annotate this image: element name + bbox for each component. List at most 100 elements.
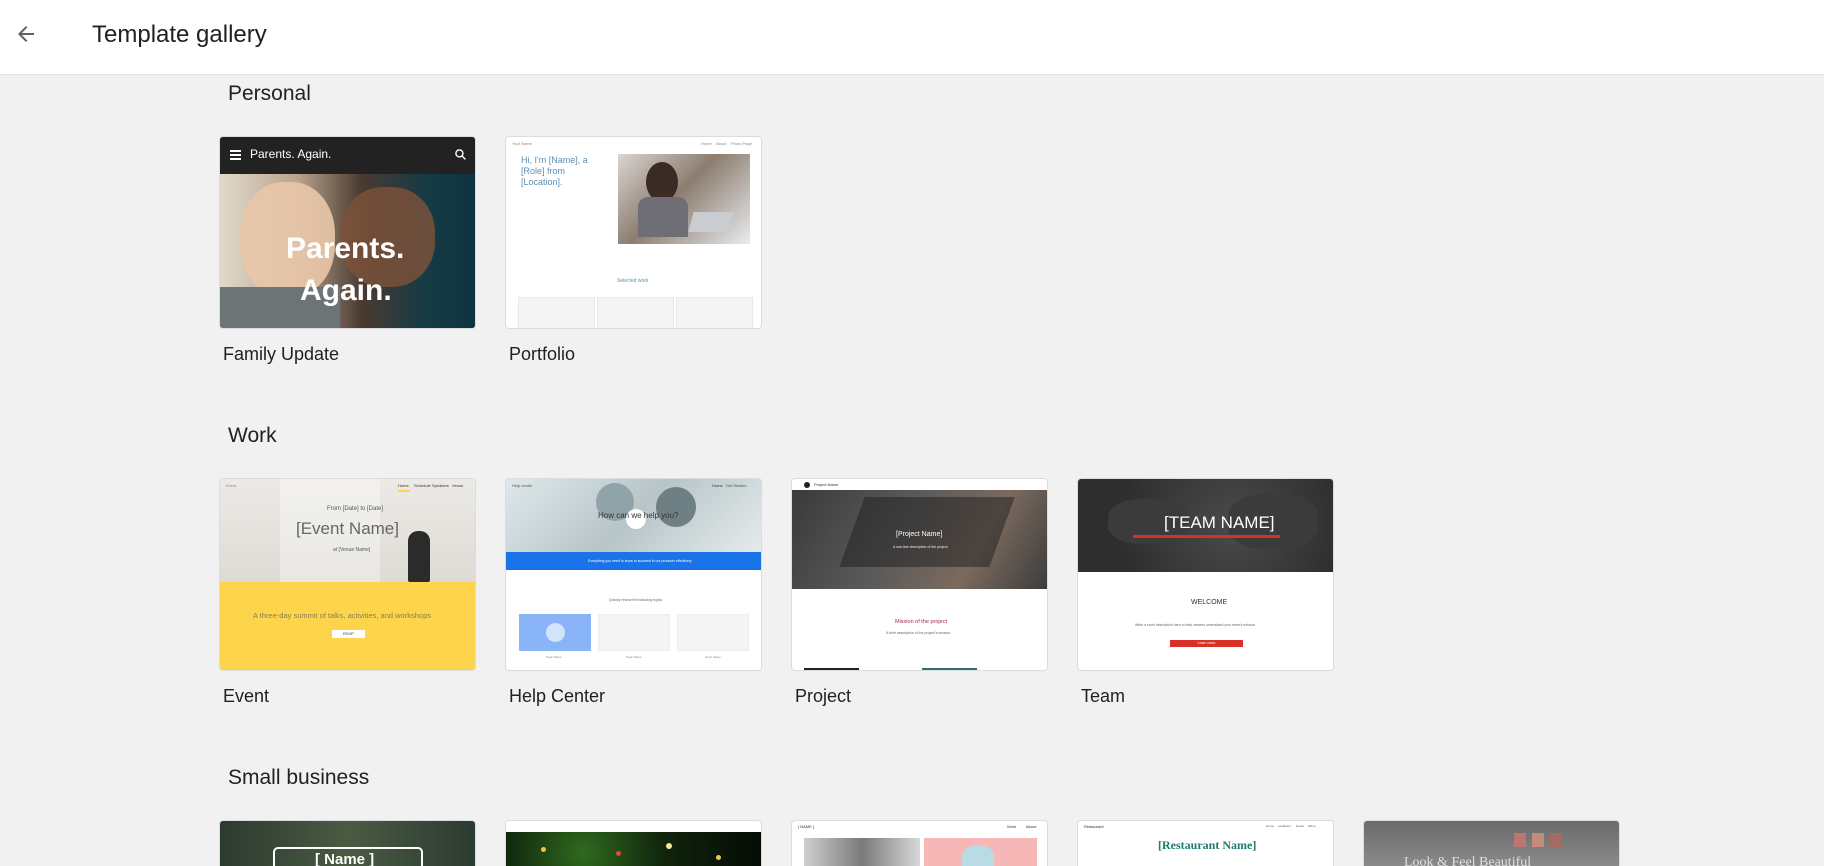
thumb-restaurant-name: [Restaurant Name] <box>1158 838 1257 852</box>
thumb-mission: Mission of the project <box>895 619 947 625</box>
thumb-work-2 <box>597 297 674 328</box>
template-label-project[interactable]: Project <box>795 686 851 707</box>
thumb-date-line: From [Date] to [Date] <box>327 506 384 512</box>
thumb-rsvp-button: RSVP <box>332 630 365 638</box>
thumb-topic-card-3 <box>677 614 749 651</box>
thumb-nav-1: Home <box>712 483 723 488</box>
thumb-topic-card-2 <box>598 614 670 651</box>
thumb-topic-3: Topic Name <box>705 655 721 659</box>
thumb-topic-2: Topic Name <box>626 655 642 659</box>
thumb-site-name: Help center <box>512 483 533 488</box>
thumb-photo-person <box>646 162 678 202</box>
thumb-nav-1: Home <box>701 141 712 146</box>
thumb-nav-2: About <box>1026 824 1037 829</box>
thumb-nav-4: Venue <box>452 483 464 488</box>
thumb-nav-3: Speakers <box>432 483 449 488</box>
template-card-portfolio[interactable]: Your Name Home About Photo Page Hi, I'm … <box>505 136 762 329</box>
thumb-photo-bw <box>804 838 920 866</box>
thumb-nav-underline <box>398 490 410 492</box>
thumb-welcome: WELCOME <box>1191 599 1228 606</box>
back-button[interactable] <box>6 14 46 54</box>
template-label-help-center[interactable]: Help Center <box>509 686 605 707</box>
thumb-banner-text: Everything you need to know to succeed i… <box>588 559 692 563</box>
template-card-family-update[interactable]: Parents. Again. Parents. Again. <box>219 136 476 329</box>
thumb-site-name: Restaurant <box>1084 824 1104 829</box>
thumb-image-strip-1 <box>804 668 859 670</box>
thumb-nav-2: About <box>716 141 727 146</box>
thumb-light-1 <box>541 847 546 852</box>
thumb-desc: A one-line description of the project <box>893 545 948 549</box>
thumb-summary: A three-day summit of talks, activities,… <box>253 611 431 620</box>
thumb-venue-line: at [Venue Name] <box>333 547 371 553</box>
thumb-summary-block <box>220 582 475 670</box>
thumb-site-name: Project Name <box>814 482 839 487</box>
thumb-selected: Selected work <box>617 278 649 284</box>
thumb-speaker <box>408 531 430 582</box>
thumb-nav-2: Locations <box>1278 824 1291 828</box>
thumb-name: [ Name ] <box>315 851 375 866</box>
search-icon <box>455 149 466 160</box>
template-card-project[interactable]: Project Name [Project Name] A one-line d… <box>791 478 1048 671</box>
thumb-photo-balloon <box>962 845 994 866</box>
template-label-portfolio[interactable]: Portfolio <box>509 344 575 365</box>
thumb-light-4 <box>716 855 721 860</box>
thumb-hero-line-1: Parents. <box>286 232 405 265</box>
thumb-name: [ NAME ] <box>798 824 815 829</box>
thumb-nav-3: Photo Page <box>731 141 752 146</box>
thumb-question: How can we help you? <box>598 511 679 520</box>
thumb-work-1 <box>518 297 595 328</box>
accessibility-icon <box>546 623 565 642</box>
template-card-event[interactable]: Event Home Schedule Speakers Venue From … <box>219 478 476 671</box>
page-title: Template gallery <box>92 21 267 48</box>
template-card-team[interactable]: [TEAM NAME] WELCOME Write a short descri… <box>1077 478 1334 671</box>
thumb-frame-2 <box>1532 833 1544 847</box>
thumb-nav-1: Work <box>1007 824 1017 829</box>
template-card-small-business-2[interactable] <box>505 820 762 866</box>
template-label-team[interactable]: Team <box>1081 686 1125 707</box>
template-card-small-business-3[interactable]: [ NAME ] Work About <box>791 820 1048 866</box>
thumb-desc: Write a short description here to help v… <box>1135 623 1256 627</box>
section-title-small-business: Small business <box>228 766 370 789</box>
thumb-underline <box>1133 535 1280 538</box>
thumb-topic-1: Topic Name <box>546 655 562 659</box>
thumb-nav-1: Home <box>398 483 409 488</box>
thumb-project-name: [Project Name] <box>896 531 943 538</box>
thumb-team-name: [TEAM NAME] <box>1164 513 1275 532</box>
arrow-back-icon <box>18 26 34 42</box>
thumb-sub: Quickly review the following topics <box>609 598 663 602</box>
thumb-nav-4: Menu <box>1308 824 1316 828</box>
thumb-learn-more-button: Learn more <box>1170 640 1243 647</box>
thumb-site-name: Event <box>226 483 237 488</box>
top-bar: Template gallery <box>0 0 1824 75</box>
thumb-site-name: Your Name <box>512 141 532 146</box>
thumb-intro: Hi, I'm [Name], a [Role] from [Location]… <box>521 155 588 187</box>
menu-icon <box>230 150 241 160</box>
thumb-site-title: Parents. Again. <box>250 147 332 161</box>
thumb-nav-3: Hours <box>1296 824 1305 828</box>
thumb-frame-3 <box>1550 833 1562 847</box>
thumb-event-name: [Event Name] <box>296 519 399 538</box>
template-card-help-center[interactable]: Help center Home Get Started How can we … <box>505 478 762 671</box>
template-card-small-business-1[interactable]: [ Name ] <box>219 820 476 866</box>
thumb-logo-icon <box>804 482 810 488</box>
thumb-headline: Look & Feel Beautiful <box>1404 855 1532 866</box>
thumb-mission-sub: A brief description of the project's mis… <box>886 631 951 635</box>
template-card-small-business-5[interactable]: Look & Feel Beautiful <box>1363 820 1620 866</box>
thumb-hero-line-2: Again. <box>300 274 392 307</box>
thumb-photo-laptop <box>688 212 734 232</box>
section-title-personal: Personal <box>228 82 311 105</box>
thumb-work-3 <box>676 297 753 328</box>
template-label-family-update[interactable]: Family Update <box>223 344 339 365</box>
thumb-light-2 <box>616 851 621 856</box>
thumb-light-3 <box>666 843 672 849</box>
template-card-small-business-4[interactable]: Restaurant Home Locations Hours Menu [Re… <box>1077 820 1334 866</box>
thumb-photo-body <box>638 197 688 237</box>
thumb-hero-shape-2 <box>656 487 696 527</box>
thumb-image-strip-2 <box>922 668 977 670</box>
thumb-frame-1 <box>1514 833 1526 847</box>
thumb-nav-2: Get Started <box>726 483 747 488</box>
template-label-event[interactable]: Event <box>223 686 269 707</box>
thumb-nav-1: Home <box>1266 824 1275 828</box>
section-title-work: Work <box>228 424 277 447</box>
thumb-nav-2: Schedule <box>414 483 431 488</box>
